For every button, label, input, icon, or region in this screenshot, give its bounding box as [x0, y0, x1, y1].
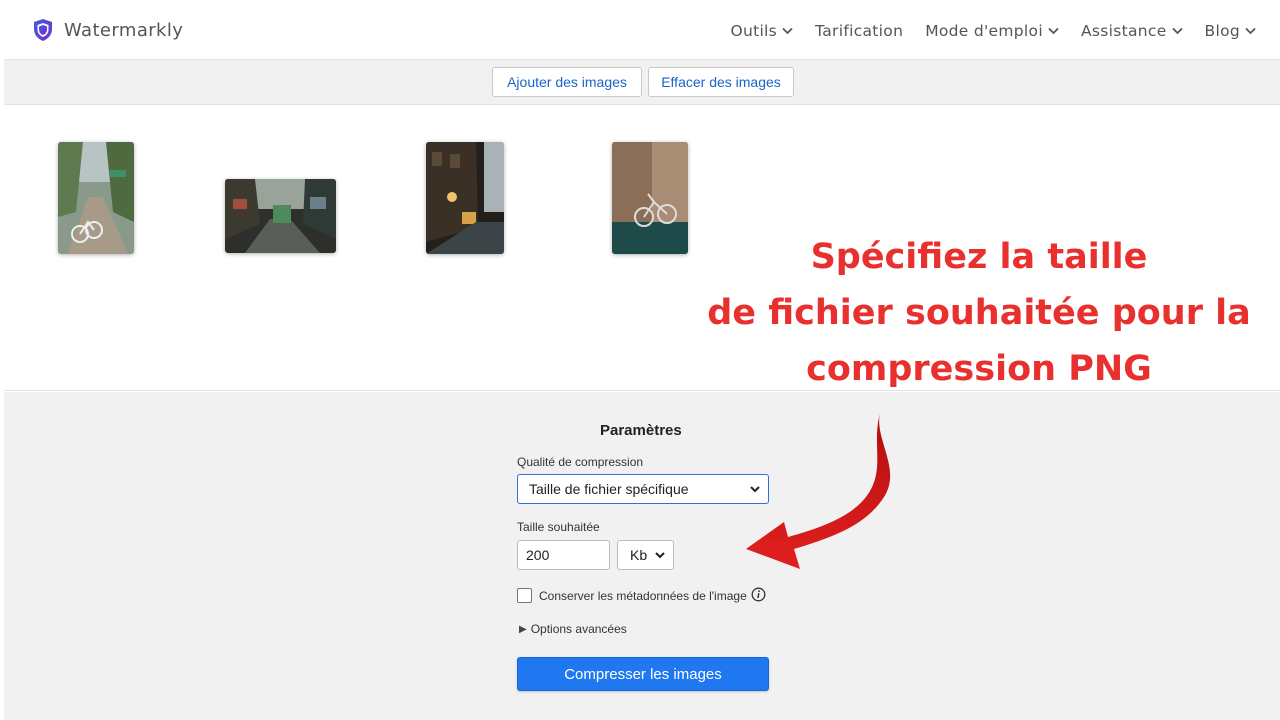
chevron-down-icon — [1245, 27, 1256, 35]
add-images-button[interactable]: Ajouter des images — [492, 67, 642, 97]
nav-item-blog[interactable]: Blog — [1205, 22, 1256, 40]
chevron-down-icon — [655, 552, 665, 559]
unit-select-value: Kb — [630, 547, 648, 563]
metadata-label: Conserver les métadonnées de l'image — [539, 589, 747, 603]
chevron-down-icon — [782, 27, 793, 35]
chevron-down-icon — [1048, 27, 1059, 35]
metadata-checkbox[interactable] — [517, 588, 532, 603]
nav-item-label: Tarification — [815, 22, 904, 40]
nav-item-label: Outils — [730, 22, 778, 40]
image-thumbnail[interactable] — [58, 142, 134, 254]
size-label: Taille souhaitée — [517, 520, 600, 534]
nav-item-label: Mode d'emploi — [925, 22, 1043, 40]
advanced-options-label: Options avancées — [530, 622, 627, 636]
size-input[interactable] — [517, 540, 610, 570]
settings-title: Paramètres — [600, 422, 682, 439]
chevron-down-icon — [750, 486, 760, 493]
unit-select[interactable]: Kb — [617, 540, 674, 570]
annotation-line-3: compression PNG — [806, 349, 1152, 389]
compress-button[interactable]: Compresser les images — [517, 657, 769, 691]
logo-text: Watermarkly — [64, 19, 184, 41]
image-toolbar: Ajouter des images Effacer des images — [4, 60, 1280, 105]
quality-label: Qualité de compression — [517, 455, 644, 469]
image-thumbnail[interactable] — [612, 142, 688, 254]
nav-item-outils[interactable]: Outils — [730, 22, 793, 40]
nav-item-mode-d-emploi[interactable]: Mode d'emploi — [925, 22, 1059, 40]
main-nav: Outils Tarification Mode d'emploi Assistanc… — [730, 22, 1256, 40]
logo[interactable]: Watermarkly — [32, 18, 183, 42]
quality-select-value: Taille de fichier spécifique — [529, 481, 689, 497]
shield-icon — [34, 19, 52, 41]
nav-item-tarification[interactable]: Tarification — [815, 22, 903, 40]
quality-select[interactable]: Taille de fichier spécifique — [517, 474, 769, 504]
image-thumbnail[interactable] — [225, 179, 336, 253]
image-thumbnail[interactable] — [426, 142, 504, 254]
advanced-options-toggle[interactable]: ▶ Options avancées — [519, 622, 627, 636]
nav-item-label: Assistance — [1080, 22, 1167, 40]
page: Watermarkly Outils Tarification Mode d'emp… — [4, 4, 1280, 720]
annotation-line-2: de fichier souhaitée pour la — [707, 293, 1251, 333]
settings-panel: Paramètres Qualité de compression Taille… — [4, 392, 1280, 720]
annotation-text: Spécifiez la taille de fichier souhaitée… — [694, 229, 1264, 397]
triangle-right-icon: ▶ — [519, 623, 527, 635]
nav-item-assistance[interactable]: Assistance — [1081, 22, 1183, 40]
night-street-photo — [426, 142, 504, 254]
info-icon[interactable] — [751, 587, 766, 602]
street-bicycle-photo — [58, 142, 134, 254]
chevron-down-icon — [1171, 27, 1183, 35]
wall-bicycle-photo — [612, 142, 688, 254]
annotation-line-1: Spécifiez la taille — [810, 237, 1148, 277]
image-gallery: Spécifiez la taille de fichier souhaitée… — [4, 105, 1280, 391]
top-header: Watermarkly Outils Tarification Mode d'emp… — [4, 4, 1280, 60]
nav-item-label: Blog — [1204, 22, 1240, 40]
clear-images-button[interactable]: Effacer des images — [648, 67, 794, 97]
market-street-photo — [225, 179, 336, 253]
